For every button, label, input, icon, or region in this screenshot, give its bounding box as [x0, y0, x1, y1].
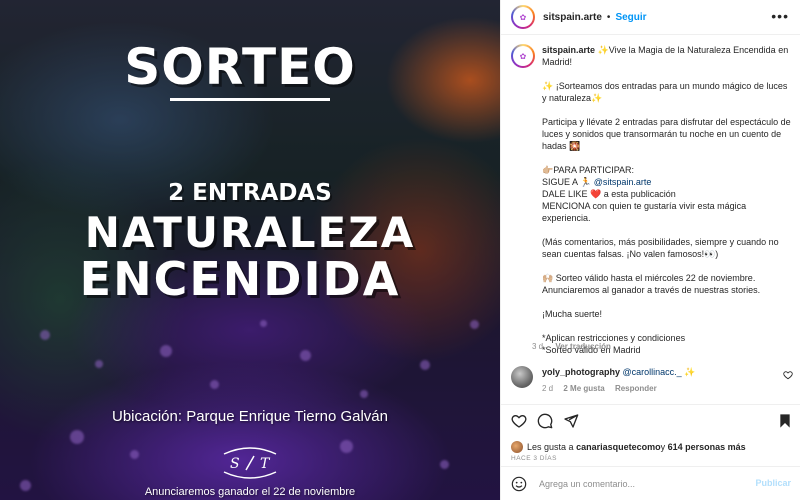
- caption-username[interactable]: sitspain.arte: [542, 45, 595, 55]
- header-separator: •: [606, 11, 611, 23]
- image-title: SORTEO: [124, 38, 356, 96]
- action-icons: [511, 413, 793, 435]
- avatar[interactable]: ✿: [511, 5, 535, 29]
- comment-input[interactable]: [539, 478, 739, 489]
- more-horizontal-icon[interactable]: •••: [771, 8, 789, 24]
- comment-icon[interactable]: [537, 413, 553, 429]
- likes-prefix: Les gusta a: [527, 442, 574, 452]
- post-sidebar: ✿ sitspain.arte • Seguir ••• ✿ sitspain.…: [500, 0, 800, 500]
- image-headline-line1: NATURALEZA: [84, 208, 416, 257]
- caption-meta: 3 d Ver traducción: [532, 342, 621, 351]
- header-username[interactable]: sitspain.arte: [543, 12, 602, 23]
- likes-user[interactable]: canariasquetecomo: [576, 442, 661, 452]
- comment-text: yoly_photography @carollinacc._ ✨: [542, 366, 793, 378]
- caption-mention[interactable]: @sitspain.arte: [594, 177, 652, 187]
- comment-meta: 2 d 2 Me gusta Responder: [542, 384, 793, 393]
- emoji-icon[interactable]: [511, 476, 527, 492]
- image-footer: Anunciaremos ganador el 22 de noviembre: [144, 486, 356, 498]
- follow-button[interactable]: Seguir: [615, 12, 646, 23]
- title-underline: [170, 98, 330, 101]
- caption-body-continued: DALE LIKE ❤️ a esta publicación MENCIONA…: [542, 189, 779, 355]
- publish-button[interactable]: Publicar: [755, 478, 791, 488]
- comment-emoji: ✨: [684, 367, 696, 377]
- comment-username[interactable]: yoly_photography: [542, 367, 620, 377]
- svg-text:T: T: [260, 456, 271, 472]
- comment-likes[interactable]: 2 Me gusta: [563, 384, 604, 393]
- likes-count[interactable]: 614 personas más: [668, 442, 746, 452]
- caption-time[interactable]: 3 d: [532, 342, 543, 351]
- save-bookmark-icon[interactable]: [777, 413, 793, 429]
- like-heart-icon[interactable]: [511, 413, 527, 429]
- comment-item: yoly_photography @carollinacc._ ✨ 2 d 2 …: [511, 366, 793, 393]
- image-subtitle: 2 ENTRADAS: [168, 180, 332, 206]
- image-headline-line2: ENCENDIDA: [79, 252, 401, 306]
- caption-text: sitspain.arte ✨Vive la Magia de la Natur…: [542, 44, 793, 356]
- add-comment-bar: Publicar: [501, 466, 800, 500]
- comment-avatar[interactable]: [511, 366, 533, 388]
- post-time[interactable]: HACE 3 DÍAS: [511, 455, 557, 462]
- reply-button[interactable]: Responder: [615, 384, 657, 393]
- share-icon[interactable]: [563, 413, 579, 429]
- likes-summary: Les gusta a canariasquetecomo y 614 pers…: [511, 441, 746, 453]
- translate-button[interactable]: Ver traducción: [555, 342, 611, 351]
- caption-avatar[interactable]: ✿: [511, 44, 535, 68]
- svg-text:S: S: [230, 456, 240, 472]
- comment-heart-icon[interactable]: [783, 370, 793, 380]
- liker-avatar[interactable]: [511, 441, 523, 453]
- caption-body: ✨Vive la Magia de la Naturaleza Encendid…: [542, 45, 791, 187]
- post-header: ✿ sitspain.arte • Seguir •••: [501, 0, 800, 35]
- post-image[interactable]: SORTEO 2 ENTRADAS NATURALEZA ENCENDIDA U…: [0, 0, 500, 500]
- image-location: Ubicación: Parque Enrique Tierno Galván: [112, 408, 388, 425]
- comment-time[interactable]: 2 d: [542, 384, 553, 393]
- caption: ✿ sitspain.arte ✨Vive la Magia de la Nat…: [511, 44, 793, 356]
- comments-scroll-area[interactable]: ✿ sitspain.arte ✨Vive la Magia de la Nat…: [501, 36, 800, 404]
- sit-logo: S T: [223, 447, 277, 479]
- likes-middle: y: [660, 442, 666, 452]
- comment-mention[interactable]: @carollinacc._: [623, 367, 682, 377]
